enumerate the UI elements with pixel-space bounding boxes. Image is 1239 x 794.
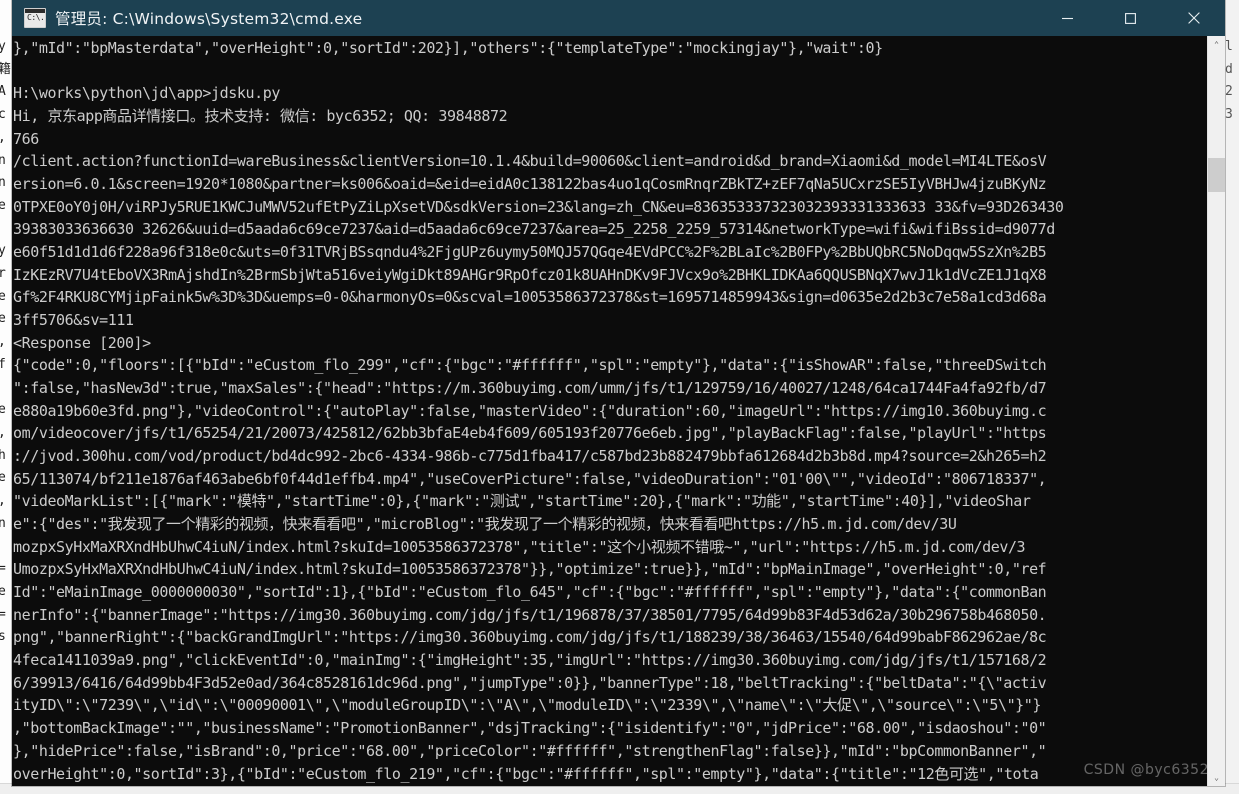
scrollbar-thumb[interactable]	[1208, 158, 1225, 192]
console-line: Id":"eMainImage_0000000030","sortId":1},…	[13, 581, 1207, 604]
window-title-bar[interactable]: C:\. 管理员: C:\Windows\System32\cmd.exe	[12, 0, 1225, 36]
maximize-button[interactable]	[1099, 0, 1162, 36]
console-line: 6/39913/6416/64d99bb4F3d52e0ad/364c85281…	[13, 672, 1207, 695]
console-line: "videoMarkList":[{"mark":"模特","startTime…	[13, 490, 1207, 513]
console-scrollbar[interactable]: ⌃ ⌄	[1207, 36, 1225, 786]
scroll-down-arrow-icon[interactable]: ⌄	[1208, 769, 1225, 786]
desktop-background: y 籍 A c , n n e y r e e , f e , h e , n …	[0, 0, 1239, 793]
console-line: Gf%2F4RKU8CYMjipFaink5w%3D%3D&uemps=0-0&…	[13, 286, 1207, 309]
console-line: ityID\":\"7239\",\"id\":\"00090001\",\"m…	[13, 694, 1207, 717]
console-line: mozpxSyHxMaXRXndHbUhwC4iuN/index.html?sk…	[13, 536, 1207, 559]
minimize-icon	[1062, 13, 1073, 24]
console-line: 3ff5706&sv=111	[13, 309, 1207, 332]
console-line: {"code":0,"floors":[{"bId":"eCustom_flo_…	[13, 354, 1207, 377]
console-line: e60f51d1d1d6f228a96f318e0c&uts=0f31TVRjB…	[13, 241, 1207, 264]
scroll-up-arrow-icon[interactable]: ⌃	[1208, 36, 1225, 53]
console-line: 766	[13, 128, 1207, 151]
command-prompt-window: C:\. 管理员: C:\Windows\System32\cmd.exe	[12, 0, 1225, 786]
console-line: e880a19b60e3fd.png"},"videoControl":{"au…	[13, 400, 1207, 423]
background-window-right-text: l d 2 3	[1225, 36, 1239, 127]
cmd-icon: C:\.	[24, 8, 46, 28]
console-line: om/videocover/jfs/t1/65254/21/20073/4258…	[13, 422, 1207, 445]
console-line: <Response [200]>	[13, 332, 1207, 355]
console-line: IzKEzRV7U4tEboVX3RmAjshdIn%2BrmSbjWta516…	[13, 264, 1207, 287]
console-line: Hi, 京东app商品详情接口。技术支持: 微信: byc6352; QQ: 3…	[13, 105, 1207, 128]
maximize-icon	[1125, 13, 1136, 24]
console-line: },"mId":"bpMasterdata","overHeight":0,"s…	[13, 37, 1207, 60]
console-line: UmozpxSyHxMaXRXndHbUhwC4iuN/index.html?s…	[13, 558, 1207, 581]
cmd-icon-glyph: C:\.	[27, 13, 44, 23]
console-line: /client.action?functionId=wareBusiness&c…	[13, 150, 1207, 173]
close-icon	[1188, 12, 1200, 24]
console-line: ersion=6.0.1&screen=1920*1080&partner=ks…	[13, 173, 1207, 196]
console-line: nerInfo":{"bannerImage":"https://img30.3…	[13, 604, 1207, 627]
console-line: ":false,"hasNew3d":true,"maxSales":{"hea…	[13, 377, 1207, 400]
console-line: H:\works\python\jd\app>jdsku.py	[13, 82, 1207, 105]
console-line: ,"bottomBackImage":"","businessName":"Pr…	[13, 717, 1207, 740]
console-line: 65/113074/bf211e1876af463abe6bf0f44d1eff…	[13, 468, 1207, 491]
console-line: },"hidePrice":false,"isBrand":0,"price":…	[13, 740, 1207, 763]
window-title: 管理员: C:\Windows\System32\cmd.exe	[55, 7, 362, 29]
console-line: png","bannerRight":{"backGrandImgUrl":"h…	[13, 626, 1207, 649]
console-output[interactable]: },"mId":"bpMasterdata","overHeight":0,"s…	[12, 36, 1207, 786]
console-line: 4feca1411039a9.png","clickEventId":0,"ma…	[13, 649, 1207, 672]
console-line: overHeight":0,"sortId":3},{"bId":"eCusto…	[13, 763, 1207, 786]
console-line: e":{"des":"我发现了一个精彩的视频，快来看看吧","microBlog…	[13, 513, 1207, 536]
console-body: },"mId":"bpMasterdata","overHeight":0,"s…	[12, 36, 1225, 786]
scrollbar-track[interactable]	[1208, 53, 1225, 769]
console-line: 0TPXE0oY0j0H/viRPJy5RUE1KWCJuMWV52ufEtPy…	[13, 196, 1207, 219]
minimize-button[interactable]	[1036, 0, 1099, 36]
window-controls	[1036, 0, 1225, 36]
console-line	[13, 60, 1207, 83]
console-line: ://jvod.300hu.com/vod/product/bd4dc992-2…	[13, 445, 1207, 468]
console-line: lCount":12,"items":[{"image":"https://m.…	[13, 785, 1207, 786]
background-window-right[interactable]: l d 2 3	[1225, 0, 1239, 793]
close-button[interactable]	[1162, 0, 1225, 36]
console-line: 39383033636630 32626&uuid=d5aada6c69ce72…	[13, 218, 1207, 241]
